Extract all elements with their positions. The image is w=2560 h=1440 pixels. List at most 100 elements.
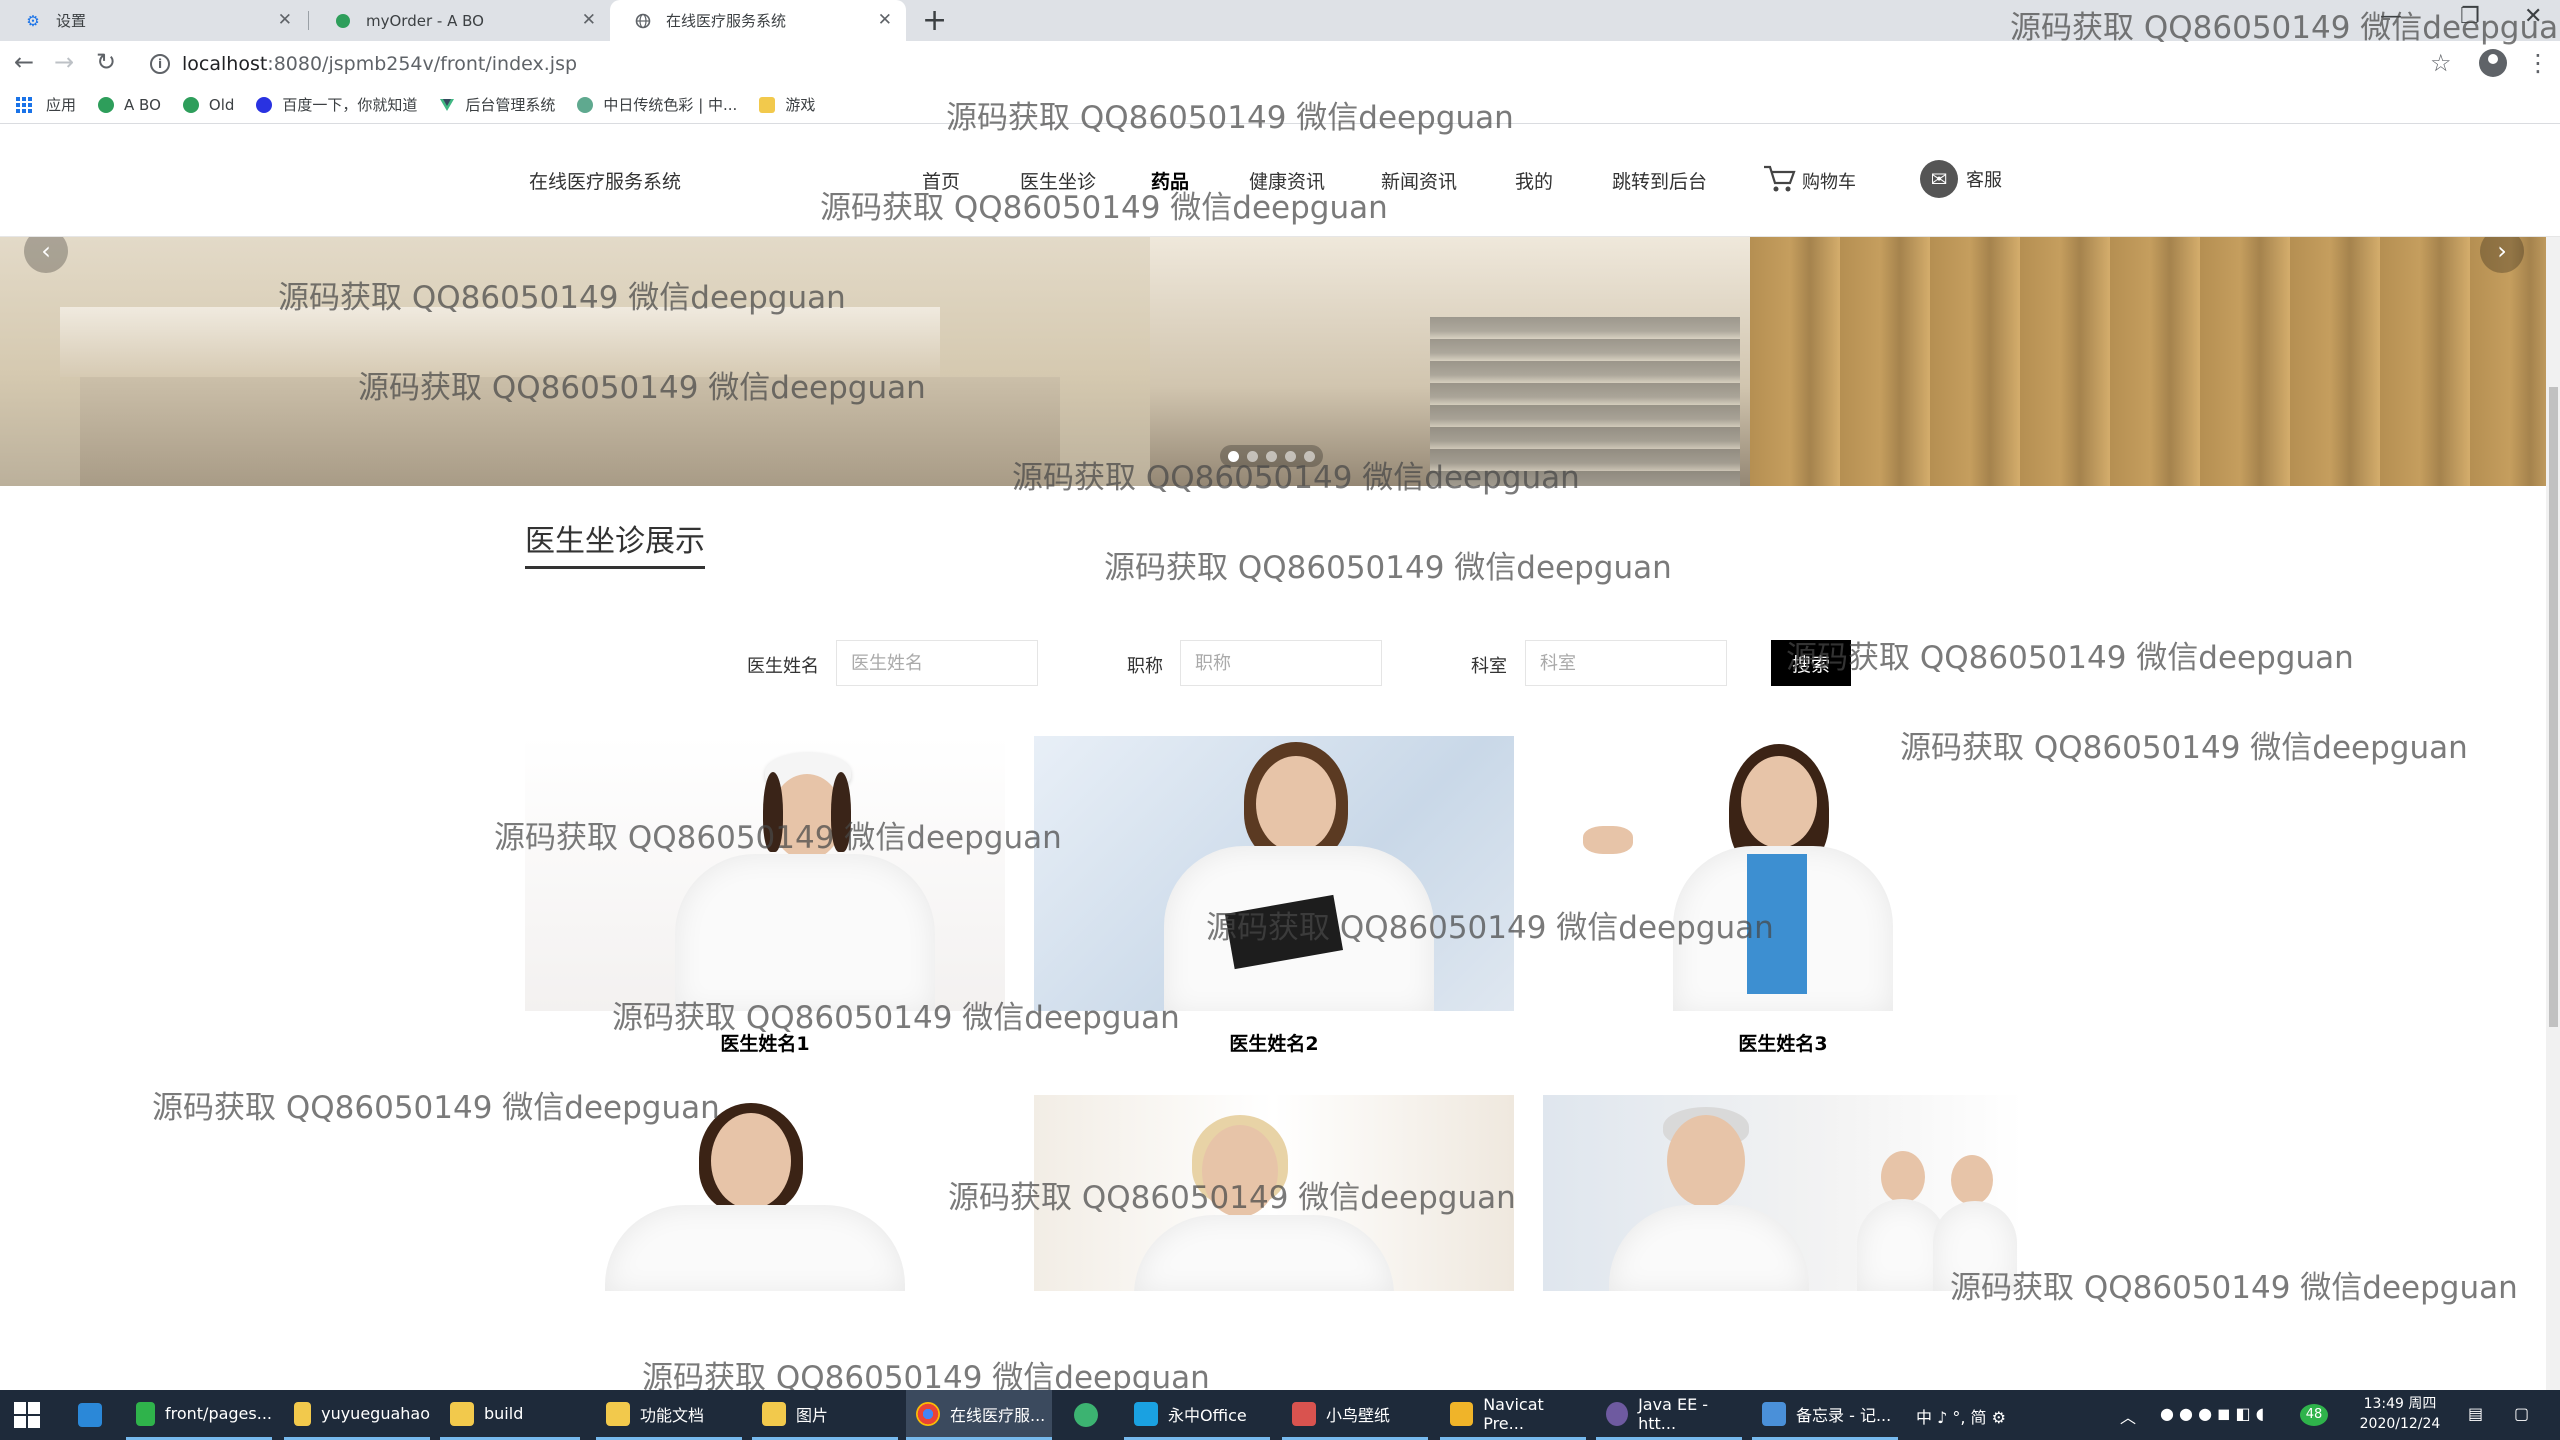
wechat-icon: ✉: [1920, 160, 1958, 198]
bookmark-apps[interactable]: 应用: [16, 94, 76, 115]
tab-label: 设置: [56, 12, 87, 30]
tray-chevron-icon[interactable]: ︿: [2120, 1404, 2136, 1428]
nav-medicine[interactable]: 药品: [1151, 167, 1189, 194]
windows-start-icon[interactable]: [14, 1402, 40, 1428]
carousel-dot[interactable]: [1304, 450, 1315, 462]
forward-icon[interactable]: →: [54, 48, 74, 76]
bookmark-admin[interactable]: 后台管理系统: [439, 94, 555, 115]
taskbar-app[interactable]: [1064, 1390, 1116, 1440]
tab-medical-system[interactable]: 在线医疗服务系统 ✕: [610, 0, 906, 41]
bookmark-colors[interactable]: 中日传统色彩 | 中...: [577, 94, 737, 115]
carousel-dot[interactable]: [1228, 450, 1239, 462]
taskbar-clock[interactable]: 13:49 周四 2020/12/24: [2340, 1394, 2460, 1434]
taskbar-app[interactable]: 永中Office: [1124, 1390, 1270, 1440]
profile-avatar-icon[interactable]: [2479, 49, 2507, 77]
baidu-paw-icon: [256, 96, 273, 113]
page-scrollbar-thumb[interactable]: [2549, 387, 2558, 1027]
tab-settings[interactable]: ⚙ 设置 ✕: [0, 0, 306, 41]
navicat-icon: [1450, 1401, 1474, 1426]
taskbar-app[interactable]: front/pages...: [126, 1390, 272, 1440]
doctor-card[interactable]: [525, 1095, 1005, 1291]
bookmark-star-icon[interactable]: ☆: [2430, 49, 2452, 77]
doctor-name-input[interactable]: [836, 640, 1038, 686]
carousel-dot[interactable]: [1266, 450, 1277, 462]
carousel-dot[interactable]: [1247, 450, 1258, 462]
taskbar-app[interactable]: 功能文档: [596, 1390, 742, 1440]
customer-service-link[interactable]: ✉ 客服: [1920, 160, 2002, 198]
doctor-card[interactable]: 医生姓名2: [1034, 736, 1514, 1056]
url-field[interactable]: i localhost:8080/jspmb254v/front/index.j…: [136, 47, 2406, 81]
doctor-card[interactable]: 医生姓名3: [1543, 736, 2023, 1056]
banner-image-part: [60, 307, 940, 377]
banner-image-part: [1750, 237, 2560, 486]
taskbar-app[interactable]: yuyueguahao: [284, 1390, 430, 1440]
clock-time: 13:49 周四: [2363, 1396, 2437, 1412]
back-icon[interactable]: ←: [14, 48, 34, 76]
folder-icon: [606, 1401, 630, 1426]
section-underline: [525, 566, 705, 569]
taskbar-app-label: build: [484, 1404, 524, 1423]
department-input[interactable]: [1525, 640, 1727, 686]
apps-grid-icon: [16, 96, 32, 113]
bird-icon: [1292, 1401, 1316, 1426]
nav-doctors[interactable]: 医生坐诊: [1020, 167, 1096, 194]
site-logo[interactable]: 在线医疗服务系统: [529, 167, 681, 194]
taskbar-app[interactable]: 在线医疗服...: [906, 1390, 1052, 1440]
new-tab-icon[interactable]: +: [922, 3, 947, 38]
taskbar-app[interactable]: 备忘录 - 记...: [1752, 1390, 1898, 1440]
doctor-photo: [1034, 736, 1514, 1011]
bookmark-games[interactable]: 游戏: [759, 94, 815, 115]
nav-home[interactable]: 首页: [922, 167, 960, 194]
nav-mine[interactable]: 我的: [1515, 167, 1553, 194]
taskbar-app-label: Java EE - htt...: [1638, 1394, 1709, 1433]
doctor-name: 医生姓名2: [1229, 1033, 1319, 1055]
maximize-icon[interactable]: ❐: [2460, 4, 2480, 29]
nav-admin[interactable]: 跳转到后台: [1612, 167, 1707, 194]
nav-health-news[interactable]: 健康资讯: [1249, 167, 1325, 194]
browser-tab-strip: ⚙ 设置 ✕ myOrder - A BO ✕ 在线医疗服务系统 ✕ + — ❐…: [0, 0, 2560, 41]
notification-icon[interactable]: ▤: [2468, 1404, 2483, 1423]
search-button[interactable]: 搜索: [1771, 640, 1851, 686]
menu-dots-icon[interactable]: ⋮: [2526, 49, 2550, 77]
site-icon: [334, 12, 352, 30]
hero-carousel[interactable]: ‹ ›: [0, 237, 2560, 486]
tray-icons[interactable]: ● ● ● ◼ ◧ ◖: [2160, 1404, 2264, 1423]
bookmark-abo[interactable]: A BO: [98, 96, 161, 114]
close-icon[interactable]: ✕: [278, 10, 292, 30]
taskbar-app[interactable]: [68, 1390, 120, 1440]
bookmark-label: 游戏: [785, 96, 816, 114]
close-icon[interactable]: ✕: [582, 10, 596, 30]
cart-link[interactable]: 购物车: [1762, 163, 1856, 198]
action-center-icon[interactable]: ▢: [2514, 1404, 2529, 1423]
nav-news[interactable]: 新闻资讯: [1381, 167, 1457, 194]
reload-icon[interactable]: ↻: [96, 48, 116, 76]
taskbar-app[interactable]: 图片: [752, 1390, 898, 1440]
bookmark-baidu[interactable]: 百度一下，你就知道: [256, 94, 417, 115]
taskbar-app-label: front/pages...: [164, 1404, 272, 1423]
taskbar-app[interactable]: Java EE - htt...: [1596, 1390, 1742, 1440]
doctor-card[interactable]: [1543, 1095, 2023, 1291]
taskbar-app-label: 备忘录 - 记...: [1796, 1405, 1892, 1425]
close-icon[interactable]: ✕: [878, 10, 892, 30]
watermark: 源码获取 QQ86050149 微信deepguan: [1104, 550, 1672, 586]
doctor-card[interactable]: 医生姓名1: [525, 736, 1005, 1056]
taskbar-app[interactable]: Navicat Pre...: [1440, 1390, 1586, 1440]
network-status-icon[interactable]: 48: [2300, 1404, 2328, 1426]
title-input[interactable]: [1180, 640, 1382, 686]
department-label: 科室: [1471, 656, 1507, 677]
os-taskbar: front/pages... yuyueguahao build 功能文档 图片…: [0, 1390, 2560, 1440]
doctor-photo: [525, 1095, 1005, 1291]
site-info-icon[interactable]: i: [150, 54, 170, 74]
bookmark-label: 应用: [46, 96, 77, 114]
taskbar-app[interactable]: build: [440, 1390, 580, 1440]
hbuilder-icon: [136, 1401, 155, 1426]
doctor-card[interactable]: [1034, 1095, 1514, 1291]
system-tray[interactable]: 中 ♪ °, 简 ⚙: [1916, 1404, 2006, 1428]
bookmark-old[interactable]: Old: [182, 96, 234, 114]
window-close-icon[interactable]: ✕: [2524, 4, 2542, 29]
minimize-icon[interactable]: —: [2380, 4, 2402, 29]
carousel-dot[interactable]: [1285, 450, 1296, 462]
tab-myorder[interactable]: myOrder - A BO ✕: [310, 0, 610, 41]
taskbar-app-label: Navicat Pre...: [1483, 1394, 1544, 1433]
taskbar-app[interactable]: 小鸟壁纸: [1282, 1390, 1428, 1440]
